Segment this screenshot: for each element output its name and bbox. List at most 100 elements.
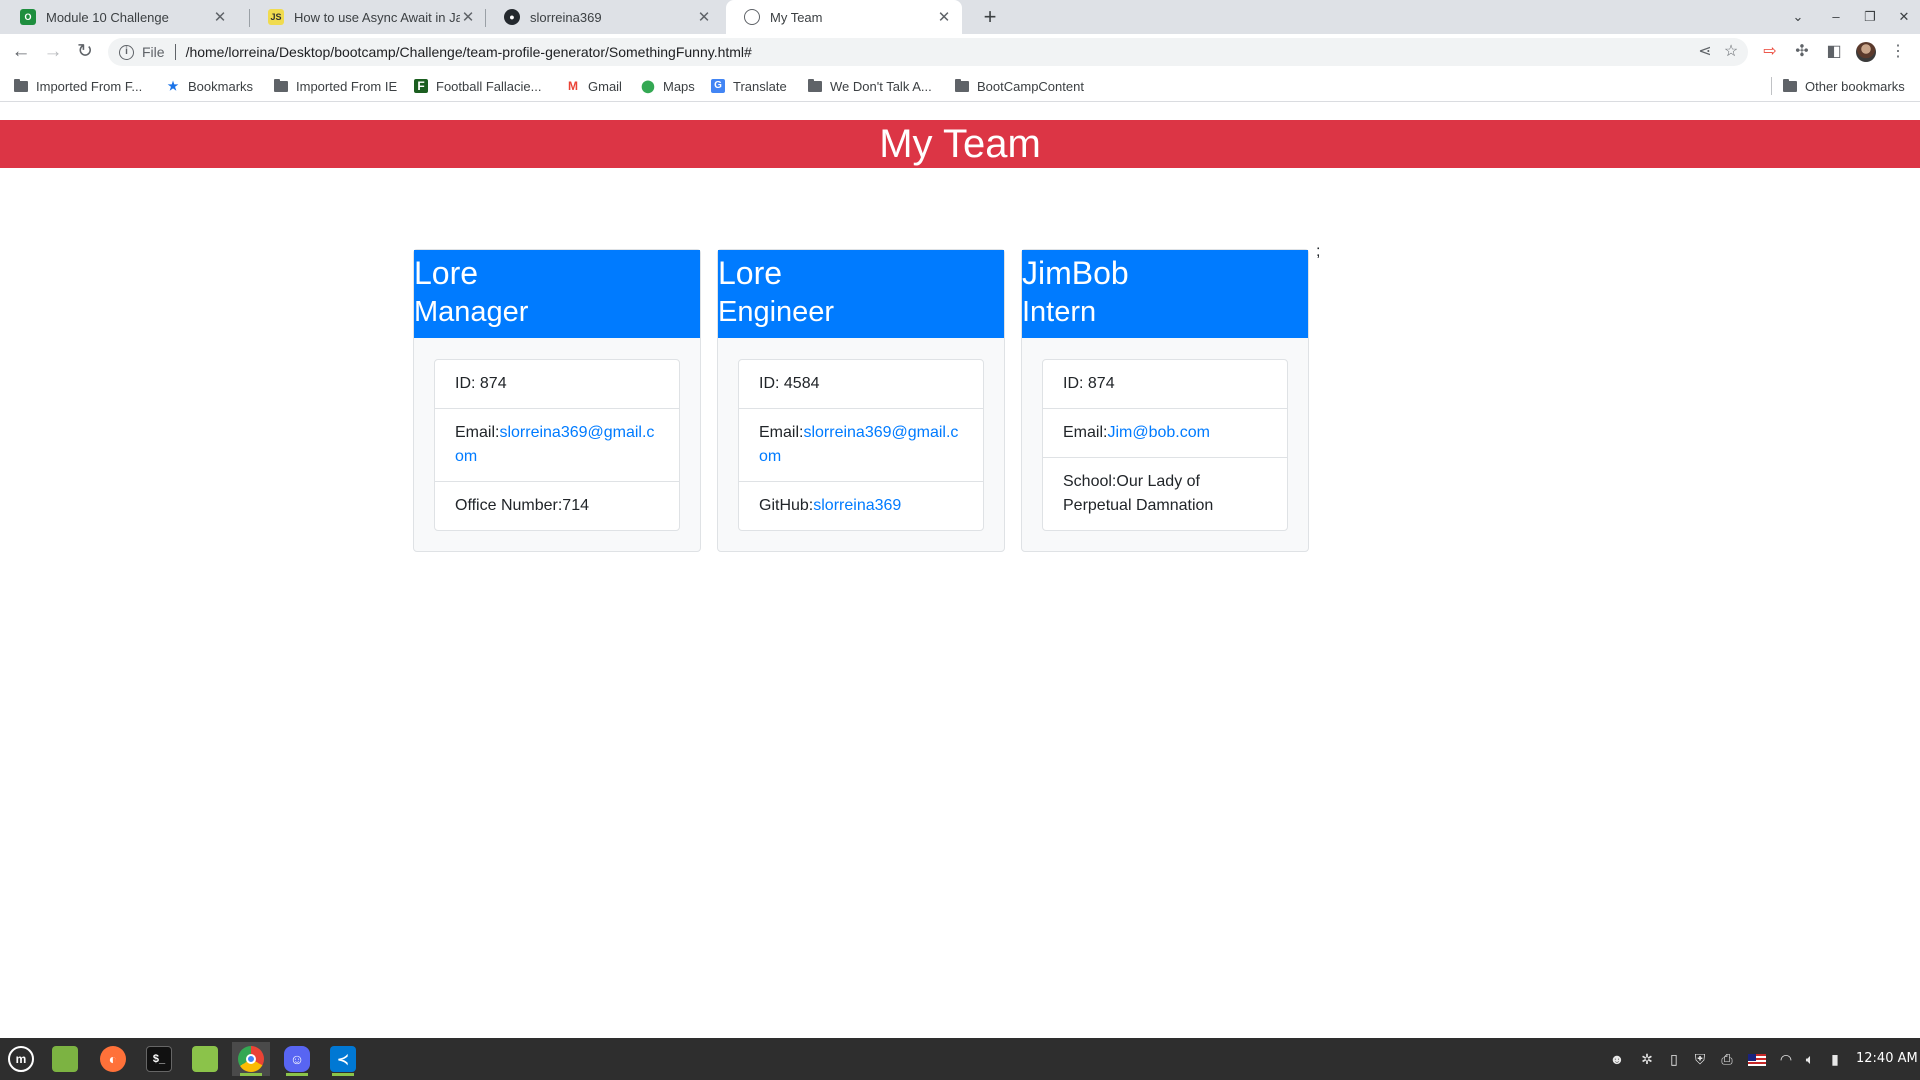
taskbar-terminal[interactable]: $_ xyxy=(140,1042,178,1076)
taskbar-chrome[interactable] xyxy=(232,1042,270,1076)
close-window-button[interactable]: ✕ xyxy=(1890,4,1918,30)
wifi-icon[interactable]: ◠ xyxy=(1776,1048,1796,1070)
tab-github[interactable]: ● slorreina369 ✕ xyxy=(486,0,722,34)
taskbar-vscode[interactable]: ≺ xyxy=(324,1042,362,1076)
email-link[interactable]: Jim@bob.com xyxy=(1107,424,1210,441)
back-button[interactable]: ← xyxy=(7,38,35,66)
folder-icon xyxy=(274,78,288,92)
url-text[interactable]: /home/lorreina/Desktop/bootcamp/Challeng… xyxy=(186,44,752,60)
page-content: My Team Lore Manager ID: 874 Email:slorr… xyxy=(0,103,1920,1038)
bookmark-label: Imported From F... xyxy=(36,78,143,94)
bookmark-label: Imported From IE xyxy=(296,78,398,94)
minimize-button[interactable]: – xyxy=(1822,4,1850,30)
bookmark-imported-from-f[interactable]: Imported From F... xyxy=(14,77,142,95)
bookmark-gmail[interactable]: M Gmail xyxy=(566,77,622,95)
employee-name: Lore xyxy=(414,255,479,291)
stray-semicolon: ; xyxy=(1316,243,1321,260)
folder-icon xyxy=(192,1046,218,1072)
tab-async-await[interactable]: JS How to use Async Await in JavaScript … xyxy=(250,0,486,34)
battery-icon[interactable]: ▮ xyxy=(1826,1048,1844,1070)
employee-details: ID: 874 Email:slorreina369@gmail.com Off… xyxy=(434,359,680,531)
employee-school: School:Our Lady of Perpetual Damnation xyxy=(1043,458,1287,530)
share-icon[interactable]: ⋖ xyxy=(1692,38,1718,66)
tab-title: My Team xyxy=(770,9,823,25)
github-icon: ● xyxy=(504,9,520,25)
id-label: ID: xyxy=(1063,375,1088,392)
star-icon: ★ xyxy=(167,79,179,93)
clock[interactable]: 12:40 AM xyxy=(1856,1048,1918,1070)
printer-icon[interactable]: ⎙ xyxy=(1716,1048,1738,1070)
folder-icon xyxy=(1783,78,1797,92)
side-panel-icon[interactable]: ◧ xyxy=(1820,38,1848,66)
menu-icon[interactable]: ⋮ xyxy=(1884,38,1912,66)
employee-email: Email:slorreina369@gmail.com xyxy=(739,409,983,482)
info-icon[interactable]: i xyxy=(119,44,134,60)
close-icon[interactable]: ✕ xyxy=(460,8,476,26)
avatar[interactable] xyxy=(1856,42,1876,62)
employee-id: ID: 874 xyxy=(435,360,679,409)
shield-icon[interactable]: ⛨ xyxy=(1690,1048,1710,1070)
slack-tray-icon[interactable]: ✲ xyxy=(1636,1048,1658,1070)
browser-toolbar: ← → ↻ i File /home/lorreina/Desktop/boot… xyxy=(0,34,1920,70)
bookmark-label: Bookmarks xyxy=(188,78,254,94)
puzzle-icon[interactable]: ✣ xyxy=(1788,38,1816,66)
mint-menu-button[interactable]: m xyxy=(2,1042,40,1076)
taskbar-files[interactable] xyxy=(46,1042,84,1076)
close-icon[interactable]: ✕ xyxy=(936,8,952,26)
terminal-icon: $_ xyxy=(146,1046,172,1072)
employee-email: Email:slorreina369@gmail.com xyxy=(435,409,679,482)
volume-icon[interactable]: 🔈︎ xyxy=(1800,1048,1820,1070)
bookmark-imported-from-ie[interactable]: Imported From IE xyxy=(274,77,397,95)
office-label: Office Number: xyxy=(455,497,563,514)
globe-icon xyxy=(744,9,760,25)
folder-icon xyxy=(14,78,28,92)
id-label: ID: xyxy=(759,375,784,392)
close-icon[interactable]: ✕ xyxy=(212,8,228,26)
tab-search-icon[interactable]: ⌄ xyxy=(1784,4,1812,30)
new-tab-button[interactable]: + xyxy=(976,4,1004,30)
bookmark-translate[interactable]: G Translate xyxy=(711,77,787,95)
bookmark-we-dont-talk[interactable]: We Don't Talk A... xyxy=(808,77,932,95)
reload-button[interactable]: ↻ xyxy=(71,38,99,66)
restore-button[interactable]: ❐ xyxy=(1856,4,1884,30)
extension-icon[interactable]: ⇨ xyxy=(1756,38,1784,66)
tab-my-team[interactable]: My Team ✕ xyxy=(726,0,962,34)
tab-title: slorreina369 xyxy=(530,9,602,25)
email-label: Email: xyxy=(759,424,804,441)
js-icon: JS xyxy=(268,9,284,25)
id-value: 874 xyxy=(479,375,507,392)
bookmarks-bar: Imported From F... ★ Bookmarks Imported F… xyxy=(0,70,1920,102)
tab-module-10-challenge[interactable]: O Module 10 Challenge ✕ xyxy=(2,0,238,34)
employee-card-manager: Lore Manager ID: 874 Email:slorreina369@… xyxy=(413,249,701,552)
maps-icon: ⬤ xyxy=(641,79,655,93)
taskbar-folder[interactable] xyxy=(186,1042,224,1076)
school-label: School: xyxy=(1063,473,1117,490)
firefox-icon: ◐ xyxy=(100,1046,126,1072)
discord-tray-icon[interactable]: ☻ xyxy=(1604,1048,1630,1070)
employee-card-engineer: Lore Engineer ID: 4584 Email:slorreina36… xyxy=(717,249,1005,552)
clipboard-icon[interactable]: ▯ xyxy=(1664,1048,1684,1070)
employee-name: Lore xyxy=(718,255,783,291)
bookmark-label: We Don't Talk A... xyxy=(830,78,932,94)
github-link[interactable]: slorreina369 xyxy=(813,497,901,514)
forward-button[interactable]: → xyxy=(39,38,67,66)
gmail-icon: M xyxy=(568,79,578,93)
other-bookmarks[interactable]: Other bookmarks xyxy=(1783,77,1905,95)
vscode-icon: ≺ xyxy=(330,1046,356,1072)
card-header: JimBob Intern xyxy=(1022,250,1308,338)
close-icon[interactable]: ✕ xyxy=(696,8,712,26)
bookmark-label: Translate xyxy=(733,78,787,94)
address-bar[interactable]: i File /home/lorreina/Desktop/bootcamp/C… xyxy=(108,38,1748,66)
employee-github: GitHub:slorreina369 xyxy=(739,482,983,530)
bookmark-bootcampcontent[interactable]: BootCampContent xyxy=(955,77,1084,95)
bookmark-bookmarks[interactable]: ★ Bookmarks xyxy=(166,77,253,95)
bookmark-maps[interactable]: ⬤ Maps xyxy=(641,77,695,95)
bookmark-football-fallacies[interactable]: F Football Fallacie... xyxy=(414,77,542,95)
taskbar-discord[interactable]: ☺ xyxy=(278,1042,316,1076)
employee-role: Intern xyxy=(1022,296,1097,328)
bookmark-label: BootCampContent xyxy=(977,78,1084,94)
taskbar-firefox[interactable]: ◐ xyxy=(94,1042,132,1076)
bookmark-star-icon[interactable]: ☆ xyxy=(1718,38,1744,66)
keyboard-layout-flag-icon[interactable] xyxy=(1746,1048,1768,1070)
running-indicator xyxy=(286,1073,308,1076)
